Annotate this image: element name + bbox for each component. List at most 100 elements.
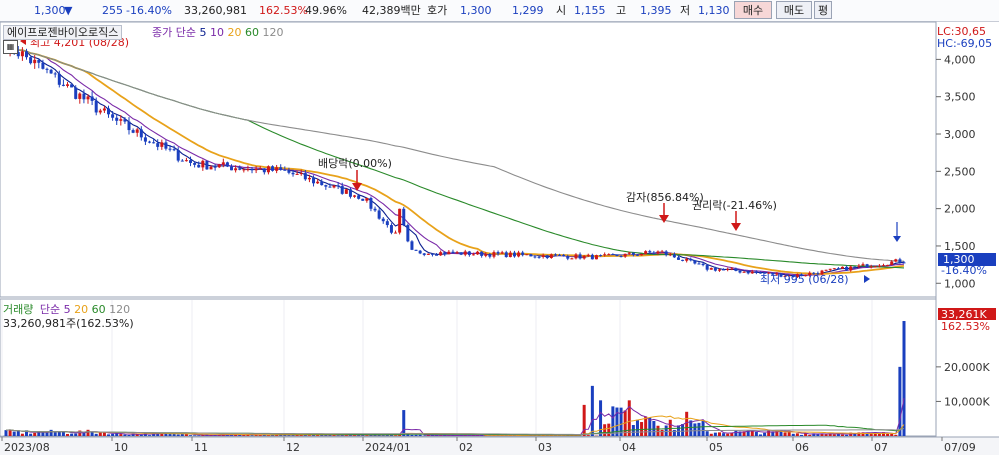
volume-bar [86,429,90,436]
volume-bar [726,433,730,436]
candle-body [697,263,701,265]
candle-body [881,265,885,267]
candle-body [291,172,295,175]
volume-bar [603,424,607,436]
volume-bar [78,430,82,436]
candle-body [340,186,344,194]
candle-body [312,177,316,184]
current-change-tag: -16.40% [941,264,987,277]
volume-bar [394,435,398,436]
volume-bar [8,429,12,436]
candle-body [689,258,693,261]
right-axis [936,22,999,436]
candle-body [566,256,570,259]
price-panel [0,21,937,298]
candle-body [168,148,172,150]
candle-body [828,268,832,270]
volume-bar [668,419,672,436]
volume-bar [713,432,717,436]
candle-body [381,218,385,222]
candle-body [209,166,213,170]
volume-bar [20,433,24,436]
candle-body [361,198,365,201]
candle-body [504,252,508,258]
volume-bar [705,431,709,436]
x-tick-label: 2024/01 [365,441,411,454]
candle-body [82,93,86,100]
stock-chart[interactable]: 4,000 3,500 3,000 2,500 2,000 1,500 1,000 20,0… [0,0,999,455]
candle-body [61,84,65,86]
volume-bar [799,434,803,436]
candle-body [324,185,328,187]
volume-bar [902,321,906,436]
volume-bar [402,410,406,436]
candle-body [102,108,106,111]
stock-name-box[interactable]: 에이프로젠바이오로직스 [3,25,123,40]
candle-body [148,141,152,143]
volume-bar [33,432,37,436]
candle-body [439,252,443,256]
candle-body [611,254,615,256]
volume-bar [12,431,16,436]
candle-body [857,265,861,267]
candle-body [840,266,844,269]
volume-bar [41,432,45,436]
candle-body [640,254,644,256]
candle-body [205,160,209,170]
candle-body [295,173,299,175]
volume-bar [381,435,385,436]
candle-body [164,142,168,149]
volume-bar [193,435,197,436]
candle-body [832,268,836,270]
candle-body [217,164,221,168]
candle-body [533,256,537,258]
volume-bar [250,435,254,436]
vol-ma120-label: 120 [109,303,131,316]
candle-body [373,208,377,211]
candle-body [746,271,750,274]
candle-body [447,251,451,255]
candle-body [443,252,447,255]
ma60-label: 60 [244,26,259,39]
candle-body [262,168,266,173]
candle-body [29,57,33,64]
volume-bar [127,435,131,436]
volume-bar [664,425,668,436]
candle-body [250,169,254,171]
candle-body [184,160,188,162]
candle-body [49,69,53,74]
candle-body [176,150,180,161]
candle-body [660,251,664,253]
volume-bar [824,434,828,436]
candle-body [685,258,689,261]
candle-body [303,173,307,180]
volume-bar [189,435,193,436]
candle-body [635,254,639,256]
candle-body [599,255,603,257]
candle-body [328,186,332,188]
candle-body [139,129,143,138]
candle-body [410,241,414,250]
candle-body [25,51,29,58]
grid-icon[interactable]: ▦ [3,40,18,54]
volume-bar [754,431,758,436]
candle-body [394,232,398,234]
x-tick-label: 04 [622,441,636,454]
candle-body [332,185,336,188]
candle-body [135,129,139,133]
x-axis-bar [0,437,999,455]
price-tick-label: 1,500 [944,240,976,253]
volume-bar [783,432,787,436]
candle-body [193,162,197,165]
hc-label: HC:-69,05 [937,37,992,50]
x-tick-label: 11 [194,441,208,454]
volume-bar [877,433,881,436]
x-tick-label: 10 [114,441,128,454]
volume-bar [685,411,689,436]
candle-body [152,142,156,144]
candle-body [377,210,381,219]
candle-body [484,254,488,256]
candle-body [656,251,660,254]
candle-body [869,266,873,268]
volume-bar [599,400,603,436]
